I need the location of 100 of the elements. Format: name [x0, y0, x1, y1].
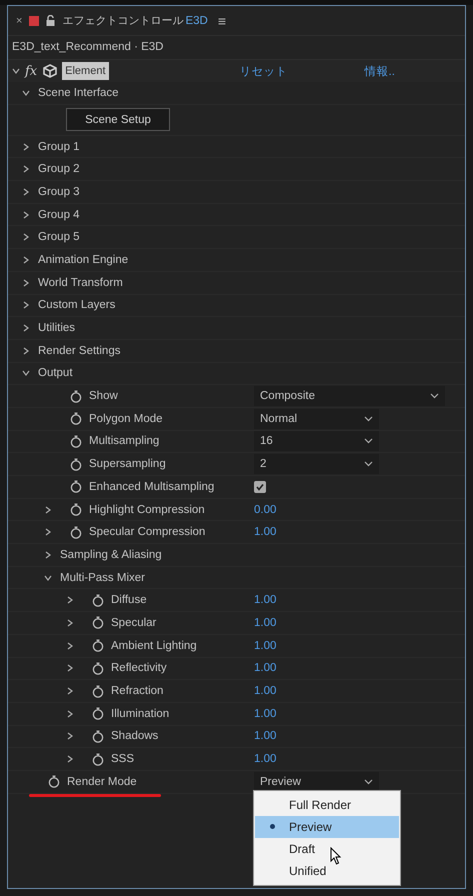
stopwatch-icon[interactable] — [92, 684, 104, 698]
chevron-icon[interactable] — [22, 369, 30, 378]
value-field[interactable]: 0.00 — [254, 504, 276, 516]
group-label[interactable]: Utilities — [38, 322, 76, 334]
chevron-icon[interactable] — [22, 210, 30, 219]
stopwatch-icon[interactable] — [92, 662, 104, 675]
chevron-icon[interactable] — [22, 88, 30, 97]
chevron-icon[interactable] — [12, 67, 20, 75]
value-field[interactable]: 1.00 — [254, 594, 276, 606]
panel-title[interactable]: エフェクトコントロール — [62, 13, 184, 28]
lock-icon[interactable] — [46, 15, 56, 26]
value-field[interactable]: 1.00 — [254, 753, 276, 766]
layer-name[interactable]: E3D — [185, 14, 208, 26]
chevron-icon[interactable] — [44, 528, 52, 536]
stopwatch-icon[interactable] — [48, 775, 60, 788]
value-field[interactable]: 1.00 — [254, 730, 276, 742]
reset-link[interactable]: リセット — [240, 64, 288, 78]
fx-label[interactable]: fx — [25, 64, 38, 78]
chevron-icon[interactable] — [66, 687, 74, 696]
group-label[interactable]: Group 4 — [38, 208, 80, 221]
caret-icon — [364, 438, 373, 444]
caret-icon — [430, 393, 439, 400]
chevron-icon[interactable] — [44, 506, 52, 514]
parameter-label: Diffuse — [111, 594, 147, 606]
dropdown[interactable]: 16 — [254, 431, 379, 452]
parameter-label: Specular Compression — [89, 526, 206, 538]
value-field[interactable]: 1.00 — [254, 616, 276, 629]
value-field[interactable]: 1.00 — [254, 708, 276, 720]
group-label[interactable]: Group 5 — [38, 231, 80, 244]
chevron-icon[interactable] — [22, 233, 30, 242]
group-label[interactable]: Group 2 — [38, 163, 80, 176]
parameter-label: Specular — [111, 616, 156, 629]
chevron-icon[interactable] — [66, 710, 74, 718]
parameter-label: Enhanced Multisampling — [89, 480, 214, 493]
parameter-label: Shadows — [111, 730, 158, 742]
stopwatch-icon[interactable] — [92, 639, 104, 652]
effect-name[interactable]: Element — [62, 62, 109, 80]
menu-option[interactable]: Full Render — [255, 794, 399, 816]
cursor-icon — [330, 846, 342, 865]
menu-option[interactable]: Unified — [255, 860, 399, 882]
stopwatch-icon[interactable] — [92, 730, 104, 743]
stopwatch-icon[interactable] — [70, 503, 82, 516]
chevron-icon[interactable] — [22, 165, 30, 174]
dropdown[interactable]: Normal — [254, 408, 379, 429]
stopwatch-icon[interactable] — [92, 707, 104, 720]
chevron-icon[interactable] — [22, 142, 30, 151]
chevron-icon[interactable] — [22, 346, 30, 355]
group-label[interactable]: Animation Engine — [38, 254, 128, 266]
stopwatch-icon[interactable] — [70, 412, 82, 426]
chevron-icon[interactable] — [22, 324, 30, 332]
value-field[interactable]: 1.00 — [254, 526, 276, 538]
stopwatch-icon[interactable] — [70, 480, 82, 494]
about-link[interactable]: 情報.. — [364, 64, 395, 78]
chevron-icon[interactable] — [66, 664, 74, 672]
group-label[interactable]: World Transform — [38, 276, 123, 289]
menu-icon[interactable]: ≡ — [218, 12, 226, 28]
stopwatch-icon[interactable] — [70, 458, 82, 471]
value-field[interactable]: 1.00 — [254, 640, 276, 652]
stopwatch-icon[interactable] — [70, 434, 82, 448]
chevron-icon[interactable] — [22, 301, 30, 310]
group-label[interactable]: Output — [38, 367, 73, 380]
parameter-label: SSS — [111, 753, 134, 766]
scene-setup-button[interactable]: Scene Setup — [66, 108, 170, 132]
group-label[interactable]: Sampling & Aliasing — [60, 548, 162, 561]
group-label[interactable]: Multi-Pass Mixer — [60, 572, 145, 584]
chevron-icon[interactable] — [22, 256, 30, 264]
stopwatch-icon[interactable] — [92, 616, 104, 630]
menu-option[interactable]: Preview — [255, 816, 399, 838]
stopwatch-icon[interactable] — [70, 390, 82, 403]
dropdown[interactable]: Preview — [254, 772, 379, 792]
stopwatch-icon[interactable] — [70, 526, 82, 539]
parameter-label: Multisampling — [89, 435, 160, 448]
close-button[interactable]: × — [16, 14, 22, 26]
menu-option[interactable]: Draft — [255, 838, 399, 860]
stopwatch-icon[interactable] — [92, 752, 104, 766]
caret-icon — [364, 778, 373, 785]
checkbox[interactable] — [254, 480, 266, 493]
group-label[interactable]: Group 1 — [38, 140, 80, 153]
dropdown[interactable]: 2 — [254, 454, 379, 474]
chevron-icon[interactable] — [22, 278, 30, 287]
dropdown[interactable]: Composite — [254, 386, 445, 406]
chevron-icon[interactable] — [66, 596, 74, 604]
chevron-icon[interactable] — [66, 618, 74, 627]
chevron-icon[interactable] — [66, 642, 74, 650]
value-field[interactable]: 1.00 — [254, 662, 276, 674]
value-field[interactable]: 1.00 — [254, 685, 276, 698]
group-label[interactable]: Render Settings — [38, 344, 120, 357]
chevron-icon[interactable] — [44, 550, 52, 559]
chevron-icon[interactable] — [22, 188, 30, 196]
group-label[interactable]: Scene Interface — [38, 86, 119, 99]
stopwatch-icon[interactable] — [92, 594, 104, 607]
chevron-icon[interactable] — [66, 755, 74, 764]
chevron-icon[interactable] — [66, 732, 74, 740]
group-label[interactable]: Custom Layers — [38, 299, 116, 312]
caret-icon — [364, 461, 373, 468]
parameter-label: Polygon Mode — [89, 412, 163, 425]
chevron-icon[interactable] — [44, 574, 52, 582]
group-label[interactable]: Group 3 — [38, 186, 80, 198]
caret-icon — [364, 416, 373, 422]
parameter-label: Ambient Lighting — [111, 640, 197, 652]
